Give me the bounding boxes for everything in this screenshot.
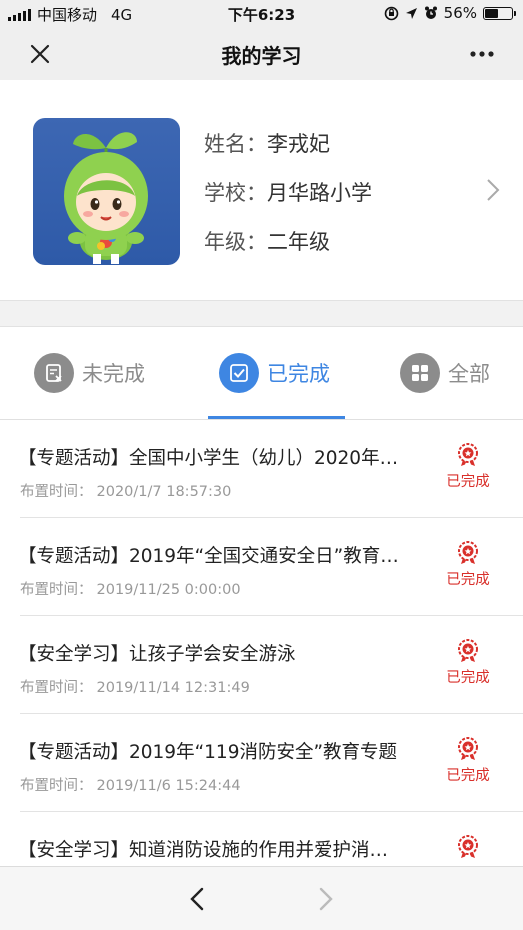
- tab-all-label: 全部: [448, 362, 490, 386]
- tab-incomplete-label: 未完成: [82, 362, 145, 386]
- item-time-label: 布置时间：: [20, 680, 93, 696]
- award-icon: [458, 541, 478, 564]
- item-title: 【专题活动】2019年“119消防安全”教育专题: [18, 742, 398, 763]
- name-row: 姓名：李戎妃: [204, 128, 330, 158]
- item-time-value: 2020/1/7 18:57:30: [96, 484, 232, 500]
- list-item[interactable]: 【专题活动】全国中小学生（幼儿）2020年… 布置时间： 2020/1/7 18:…: [0, 420, 523, 518]
- grade-label: 年级：: [204, 230, 267, 254]
- item-time: 布置时间： 2019/11/14 12:31:49: [20, 676, 250, 697]
- more-icon[interactable]: [467, 40, 497, 68]
- tab-bar: 未完成 已完成 全部: [0, 327, 523, 420]
- bottom-nav-bar: [0, 866, 523, 930]
- alarm-icon: [424, 6, 437, 19]
- task-list: 【专题活动】全国中小学生（幼儿）2020年… 布置时间： 2020/1/7 18:…: [0, 420, 523, 910]
- status-badge: 已完成: [443, 540, 493, 589]
- award-icon: [458, 835, 478, 858]
- status-text: 已完成: [446, 572, 490, 588]
- location-icon: [405, 7, 417, 19]
- item-time-label: 布置时间：: [20, 582, 93, 598]
- item-time-value: 2019/11/25 0:00:00: [96, 582, 241, 598]
- item-time: 布置时间： 2019/11/6 15:24:44: [20, 774, 241, 795]
- school-row: 学校：月华路小学: [204, 177, 372, 207]
- item-time: 布置时间： 2019/11/25 0:00:00: [20, 578, 241, 599]
- chevron-right-icon: [487, 179, 500, 201]
- avatar: [33, 118, 180, 265]
- status-badge: 已完成: [443, 638, 493, 687]
- item-time-label: 布置时间：: [20, 484, 93, 500]
- chevron-left-icon[interactable]: [186, 885, 210, 913]
- incomplete-icon: [34, 353, 74, 393]
- nav-bar: 我的学习: [0, 26, 523, 80]
- mascot-image: [64, 132, 148, 264]
- list-item[interactable]: 【专题活动】2019年“119消防安全”教育专题 布置时间： 2019/11/6 …: [0, 714, 523, 812]
- status-text: 已完成: [446, 474, 490, 490]
- tab-incomplete[interactable]: 未完成: [34, 327, 145, 419]
- award-icon: [458, 443, 478, 466]
- tab-all[interactable]: 全部: [400, 327, 490, 419]
- status-badge: 已完成: [443, 442, 493, 491]
- orientation-lock-icon: [384, 6, 398, 20]
- status-text: 已完成: [446, 670, 490, 686]
- section-spacer: [0, 301, 523, 327]
- battery-icon: [483, 6, 516, 20]
- item-title: 【安全学习】知道消防设施的作用并爱护消…: [18, 840, 389, 861]
- name-label: 姓名：: [204, 132, 267, 156]
- close-icon[interactable]: [26, 40, 54, 68]
- item-time-value: 2019/11/14 12:31:49: [96, 680, 250, 696]
- page-title: 我的学习: [221, 44, 302, 68]
- status-badge: 已完成: [443, 736, 493, 785]
- battery-percent: 56%: [443, 4, 477, 22]
- status-bar: 中国移动 4G 下午6:23 56%: [0, 0, 523, 26]
- school-value: 月华路小学: [267, 181, 372, 205]
- active-tab-indicator: [208, 416, 345, 419]
- school-label: 学校：: [204, 181, 267, 205]
- item-time-value: 2019/11/6 15:24:44: [96, 778, 241, 794]
- item-title: 【安全学习】让孩子学会安全游泳: [18, 644, 296, 665]
- list-item[interactable]: 【安全学习】让孩子学会安全游泳 布置时间： 2019/11/14 12:31:49…: [0, 616, 523, 714]
- tab-completed[interactable]: 已完成: [219, 327, 330, 419]
- profile-card[interactable]: 姓名：李戎妃 学校：月华路小学 年级：二年级: [0, 80, 523, 301]
- item-title: 【专题活动】2019年“全国交通安全日”教育…: [18, 546, 399, 567]
- list-item[interactable]: 【专题活动】2019年“全国交通安全日”教育… 布置时间： 2019/11/25 …: [0, 518, 523, 616]
- status-badge: [443, 834, 493, 860]
- chevron-right-icon[interactable]: [313, 885, 337, 913]
- item-time: 布置时间： 2020/1/7 18:57:30: [20, 480, 231, 501]
- grid-icon: [400, 353, 440, 393]
- award-icon: [458, 737, 478, 760]
- tab-completed-label: 已完成: [267, 362, 330, 386]
- status-text: 已完成: [446, 768, 490, 784]
- checkbox-icon: [219, 353, 259, 393]
- item-time-label: 布置时间：: [20, 778, 93, 794]
- status-right: 56%: [384, 4, 516, 22]
- award-icon: [458, 639, 478, 662]
- grade-value: 二年级: [267, 230, 330, 254]
- item-title: 【专题活动】全国中小学生（幼儿）2020年…: [18, 448, 399, 469]
- name-value: 李戎妃: [267, 132, 330, 156]
- grade-row: 年级：二年级: [204, 226, 330, 256]
